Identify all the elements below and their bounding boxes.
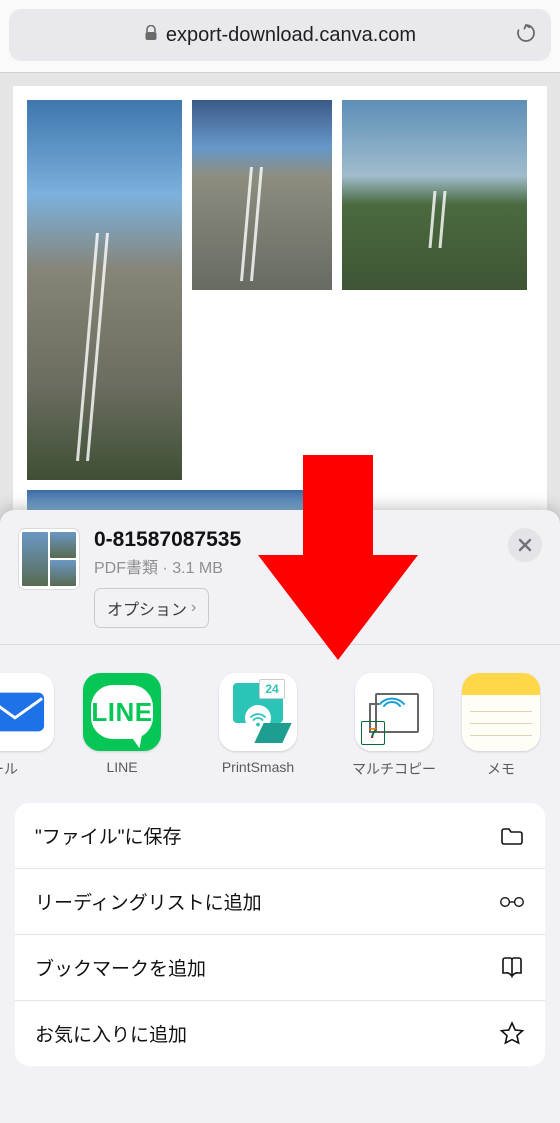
- printsmash-icon: 24: [219, 673, 297, 751]
- share-app-line[interactable]: LINE LINE: [54, 673, 190, 779]
- reload-icon[interactable]: [515, 22, 537, 49]
- share-app-mail[interactable]: メール: [0, 673, 54, 779]
- file-thumbnail: [18, 528, 80, 590]
- book-icon: [493, 955, 525, 981]
- share-app-label: LINE: [106, 759, 137, 775]
- page-content: [0, 73, 560, 578]
- share-sheet: 0-81587087535xxxxxx95 PDF書類 · 3.1 MB オプシ…: [0, 510, 560, 1123]
- share-actions-list: "ファイル"に保存 リーディングリストに追加 ブックマークを追加 お気に入りに追…: [15, 803, 545, 1066]
- address-bar[interactable]: export-download.canva.com: [9, 9, 551, 61]
- file-name: 0-81587087535xxxxxx95: [94, 528, 494, 552]
- share-app-label: メモ: [487, 759, 515, 779]
- glasses-icon: [493, 889, 525, 915]
- photo-collage: [13, 86, 547, 578]
- photo-3: [27, 100, 182, 480]
- photo-2: [342, 100, 527, 290]
- action-label: リーディングリストに追加: [35, 888, 262, 915]
- share-apps-row[interactable]: メール LINE LINE 24 PrintSmash 7 マルチコピー: [0, 645, 560, 803]
- share-app-multicopy[interactable]: 7 マルチコピー: [326, 673, 462, 779]
- action-label: ブックマークを追加: [35, 954, 206, 981]
- chevron-right-icon: ›: [191, 599, 196, 617]
- share-app-label: PrintSmash: [222, 759, 294, 775]
- share-sheet-header: 0-81587087535xxxxxx95 PDF書類 · 3.1 MB オプシ…: [0, 510, 560, 645]
- share-app-printsmash[interactable]: 24 PrintSmash: [190, 673, 326, 779]
- action-add-bookmark[interactable]: ブックマークを追加: [15, 935, 545, 1001]
- action-add-reading-list[interactable]: リーディングリストに追加: [15, 869, 545, 935]
- url-text: export-download.canva.com: [166, 24, 416, 47]
- share-app-memo[interactable]: メモ: [462, 673, 540, 779]
- notes-icon: [462, 673, 540, 751]
- file-subtitle: PDF書類 · 3.1 MB: [94, 554, 494, 578]
- file-meta: 0-81587087535xxxxxx95 PDF書類 · 3.1 MB オプシ…: [94, 528, 494, 628]
- action-label: お気に入りに追加: [35, 1020, 187, 1047]
- folder-icon: [493, 823, 525, 849]
- address-bar-container: export-download.canva.com: [0, 0, 560, 73]
- star-icon: [493, 1021, 525, 1047]
- line-icon: LINE: [83, 673, 161, 751]
- action-label: "ファイル"に保存: [35, 822, 182, 849]
- photo-1: [192, 100, 332, 290]
- close-button[interactable]: [508, 528, 542, 562]
- multicopy-icon: 7: [355, 673, 433, 751]
- share-app-label: マルチコピー: [352, 759, 436, 779]
- action-save-to-files[interactable]: "ファイル"に保存: [15, 803, 545, 869]
- mail-icon: [0, 673, 54, 751]
- share-app-label: メール: [0, 759, 18, 779]
- action-add-favorite[interactable]: お気に入りに追加: [15, 1001, 545, 1066]
- options-button[interactable]: オプション ›: [94, 588, 209, 628]
- lock-icon: [144, 25, 158, 45]
